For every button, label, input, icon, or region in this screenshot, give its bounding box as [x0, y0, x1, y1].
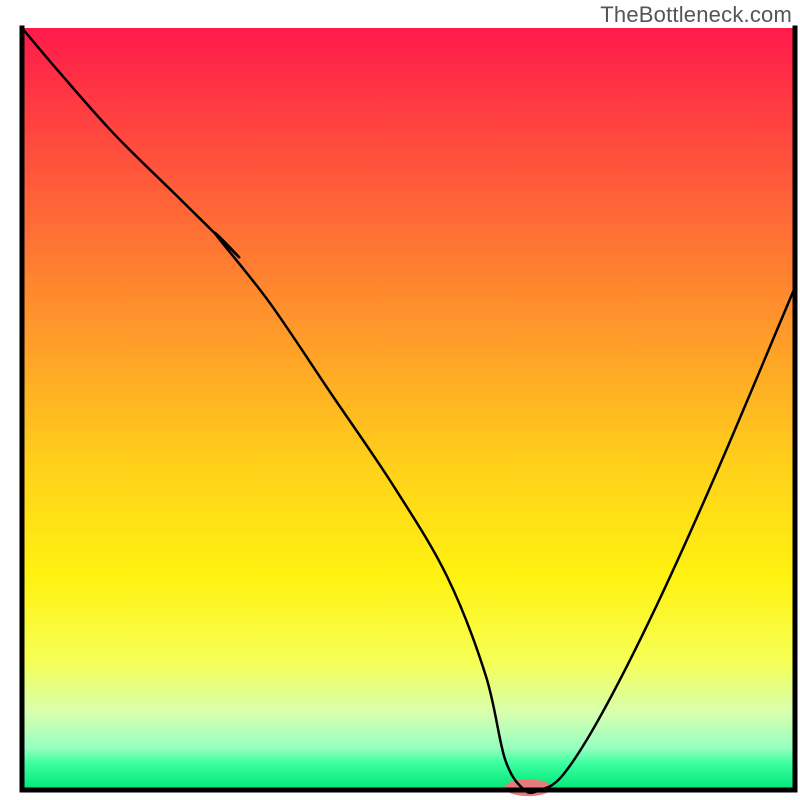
bottleneck-chart: TheBottleneck.com [0, 0, 800, 800]
watermark-label: TheBottleneck.com [600, 2, 792, 28]
chart-svg [0, 0, 800, 800]
gradient-background [22, 28, 795, 790]
